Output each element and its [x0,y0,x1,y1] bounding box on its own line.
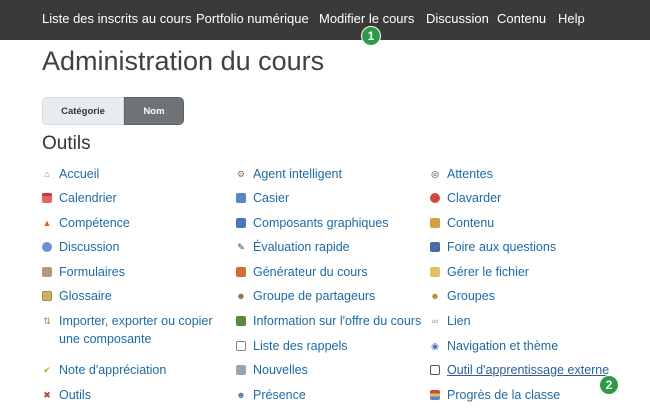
tool-label: Agent intelligent [253,167,342,181]
tool-label: Glossaire [59,289,112,303]
tool-label: Importer, exporter ou copier une composa… [59,314,213,346]
tool-label: Accueil [59,167,100,181]
tool-link-grades[interactable]: ✔ Note d'appréciation [42,361,222,379]
tool-label: Note d'appréciation [59,363,167,377]
tool-link-news[interactable]: Nouvelles [236,361,426,379]
nav-item-content[interactable]: Contenu [497,10,546,28]
tool-label: Gérer le fichier [447,265,529,279]
tool-label: Discussion [59,240,120,254]
widgets-icon [236,218,246,228]
tool-label: Groupes [447,289,495,303]
news-icon [236,365,246,375]
tool-label: Casier [253,191,290,205]
grades-check-icon: ✔ [43,365,51,375]
quick-eval-icon: ✎ [237,242,245,252]
forms-icon [42,267,52,277]
tool-link-expectations[interactable]: ◎ Attentes [430,165,640,183]
external-tool-icon [430,365,440,375]
step-badge-2: 2 [599,375,619,395]
import-export-icon: ⇅ [43,316,51,326]
tool-label: Information sur l'offre du cours [253,314,422,328]
tool-link-widgets[interactable]: Composants graphiques [236,214,426,232]
tool-link-import-export[interactable]: ⇅ Importer, exporter ou copier une compo… [42,312,222,348]
competency-icon: ▲ [42,218,52,228]
tools-wrench-icon: ✖ [43,390,51,400]
progress-icon [430,390,440,400]
home-icon: ⌂ [44,169,50,179]
faq-icon [430,242,440,252]
tool-link-manage-files[interactable]: Gérer le fichier [430,263,640,281]
tool-link-links[interactable]: ∞ Lien [430,312,640,330]
tool-label: Contenu [447,216,495,230]
page-title: Administration du cours [42,46,325,76]
link-icon: ∞ [431,316,439,326]
compass-icon: ◉ [431,341,439,351]
tool-label: Évaluation rapide [253,240,350,254]
attendance-icon: ☻ [236,390,246,400]
tool-label: Compétence [59,216,130,230]
course-builder-icon [236,267,246,277]
locker-icon [236,193,246,203]
gear-icon: ⚙ [236,169,246,179]
glossary-book-icon [42,291,52,301]
nav-item-help[interactable]: Help [558,10,585,28]
groups-icon: ☻ [430,291,440,301]
tool-link-locker[interactable]: Casier [236,189,426,207]
tool-label: Navigation et thème [447,339,559,353]
tool-label: Nouvelles [253,363,308,377]
tool-link-reminders[interactable]: Liste des rappels [236,337,426,355]
tool-label: Groupe de partageurs [253,289,376,303]
list-icon [236,341,246,351]
tool-label: Présence [253,388,306,402]
tool-link-glossary[interactable]: Glossaire [42,287,222,305]
tool-label: Foire aux questions [447,240,557,254]
tool-link-sharing-groups[interactable]: ☻ Groupe de partageurs [236,287,426,305]
nav-item-course-admin[interactable]: Modifier le cours [319,10,414,28]
tool-link-discussion[interactable]: Discussion [42,238,222,256]
tool-label: Outils [59,388,91,402]
target-icon: ◎ [431,169,439,179]
discussion-icon [42,242,52,252]
tools-section-heading: Outils [42,133,91,154]
nav-item-portfolio[interactable]: Portfolio numérique [196,10,309,28]
folder-icon [430,267,440,277]
tool-label: Attentes [447,167,493,181]
tool-label: Outil d'apprentissage externe [447,363,610,377]
tool-label: Calendrier [59,191,117,205]
tool-label: Lien [447,314,471,328]
nav-item-classlist[interactable]: Liste des inscrits au cours [42,10,192,28]
nav-item-discussion[interactable]: Discussion [426,10,489,28]
tool-label: Clavarder [447,191,502,205]
course-info-icon [236,316,246,326]
tool-link-navigation-theme[interactable]: ◉ Navigation et thème [430,337,640,355]
tool-label: Liste des rappels [253,339,348,353]
tool-link-quick-eval[interactable]: ✎ Évaluation rapide [236,238,426,256]
tool-link-home[interactable]: ⌂ Accueil [42,165,222,183]
tool-link-content[interactable]: Contenu [430,214,640,232]
tool-link-course-offering-info[interactable]: Information sur l'offre du cours [236,312,426,330]
tool-link-calendar[interactable]: Calendrier [42,189,222,207]
content-book-icon [430,218,440,228]
tool-link-competency[interactable]: ▲ Compétence [42,214,222,232]
tool-link-tools[interactable]: ✖ Outils [42,386,222,404]
tool-label: Générateur du cours [253,265,368,279]
tool-link-groups[interactable]: ☻ Groupes [430,287,640,305]
tool-link-chat[interactable]: Clavarder [430,189,640,207]
tool-link-intelligent-agent[interactable]: ⚙ Agent intelligent [236,165,426,183]
tool-link-forms[interactable]: Formulaires [42,263,222,281]
tool-link-course-builder[interactable]: Générateur du cours [236,263,426,281]
users-icon: ☻ [236,291,246,301]
tool-label: Progrès de la classe [447,388,561,402]
tool-label: Composants graphiques [253,216,389,230]
sort-by-category-button[interactable]: Catégorie [42,97,124,125]
top-navigation-bar: Liste des inscrits au cours Portfolio nu… [0,0,650,40]
step-badge-1: 1 [361,26,381,46]
tool-link-attendance[interactable]: ☻ Présence [236,386,426,404]
tool-link-faq[interactable]: Foire aux questions [430,238,640,256]
tool-label: Formulaires [59,265,125,279]
sort-by-name-button[interactable]: Nom [124,97,184,125]
chat-icon [430,193,440,203]
calendar-icon [42,193,52,203]
